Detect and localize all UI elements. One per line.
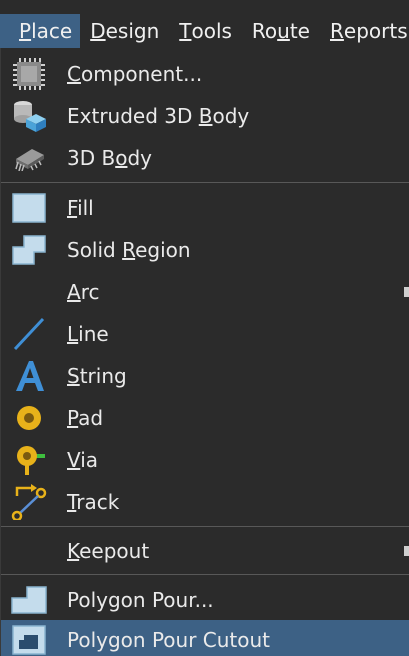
menu-item-label: Via: [67, 448, 99, 472]
component-icon: [11, 56, 47, 92]
menu-separator: [1, 526, 409, 527]
menu-item-fill[interactable]: Fill: [1, 188, 409, 228]
menu-item-3d-body[interactable]: 3D Body: [1, 138, 409, 178]
menubar-tools[interactable]: Tools: [169, 14, 242, 48]
menu-item-string[interactable]: String: [1, 356, 409, 396]
menubar-reports[interactable]: Reports: [320, 14, 409, 48]
menu-item-label: Polygon Pour...: [67, 588, 214, 612]
line-icon: [11, 316, 47, 352]
menubar-design[interactable]: Design: [80, 14, 169, 48]
menu-item-solid-region[interactable]: Solid Region: [1, 230, 409, 270]
menu-item-extruded-3d-body[interactable]: Extruded 3D Body: [1, 96, 409, 136]
menu-item-arc[interactable]: Arc: [1, 272, 409, 312]
menu-item-component[interactable]: Component...: [1, 54, 409, 94]
menu-item-label: Polygon Pour Cutout: [67, 628, 271, 652]
menu-item-label: String: [67, 364, 127, 388]
extruded-3d-body-icon: [11, 98, 47, 134]
menu-item-label: Component...: [67, 62, 203, 86]
string-icon: [11, 358, 47, 394]
menu-item-line[interactable]: Line: [1, 314, 409, 354]
menubar-place[interactable]: Place: [0, 14, 81, 48]
menu-item-label: 3D Body: [67, 146, 152, 170]
altium-place-menu: Place Design Tools Ro u te Reports Compo…: [0, 0, 409, 656]
menu-item-track[interactable]: Track: [1, 482, 409, 522]
3d-body-icon: [11, 140, 47, 176]
menu-bar: Place Design Tools Ro u te Reports: [0, 14, 409, 48]
menu-item-polygon-pour[interactable]: Polygon Pour...: [1, 580, 409, 620]
menu-item-label: Keepout: [67, 539, 150, 563]
menu-item-pad[interactable]: Pad: [1, 398, 409, 438]
menu-separator: [1, 574, 409, 575]
polygon-pour-icon: [11, 582, 47, 618]
menu-item-label: Fill: [67, 196, 94, 220]
submenu-arrow-icon: [404, 546, 409, 556]
menu-item-label: Pad: [67, 406, 104, 430]
menu-item-keepout[interactable]: Keepout: [1, 531, 409, 571]
menu-separator: [1, 182, 409, 183]
solid-region-icon: [11, 232, 47, 268]
menu-item-label: Solid Region: [67, 238, 191, 262]
submenu-arrow-icon: [404, 287, 409, 297]
fill-icon: [11, 190, 47, 226]
polygon-pour-cutout-icon: [11, 622, 47, 656]
menu-item-polygon-pour-cutout[interactable]: Polygon Pour Cutout: [1, 620, 409, 656]
menu-item-via[interactable]: Via: [1, 440, 409, 480]
menubar-route[interactable]: Ro u te: [242, 14, 320, 48]
menu-item-label: Extruded 3D Body: [67, 104, 250, 128]
menu-item-label: Line: [67, 322, 109, 346]
pad-icon: [11, 400, 47, 436]
track-icon: [11, 484, 47, 520]
menu-item-label: Track: [67, 490, 120, 514]
via-icon: [11, 442, 47, 478]
place-dropdown-menu: Component... Extruded 3D Body 3D Body Fi…: [0, 48, 409, 656]
menu-item-label: Arc: [67, 280, 100, 304]
